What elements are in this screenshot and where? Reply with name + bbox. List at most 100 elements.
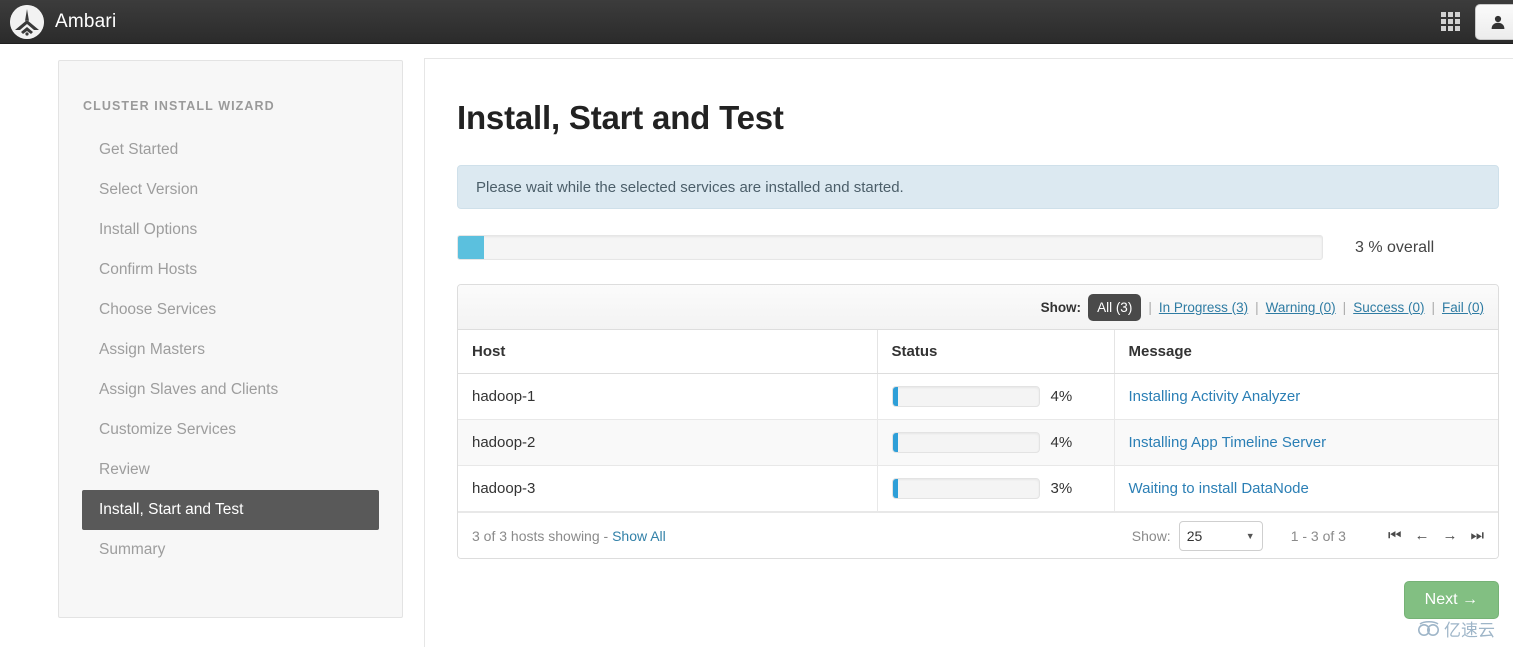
- cell-status: 4%: [877, 374, 1114, 420]
- hosts-showing-info: 3 of 3 hosts showing - Show All: [472, 528, 666, 544]
- filter-warning[interactable]: Warning (0): [1266, 300, 1336, 315]
- page-prev-icon[interactable]: ←: [1414, 528, 1429, 543]
- cell-host: hadoop-2: [458, 420, 877, 466]
- info-alert: Please wait while the selected services …: [457, 165, 1499, 209]
- ambari-logo-icon: [10, 5, 44, 39]
- wizard-step-list: Get Started Select Version Install Optio…: [59, 130, 402, 570]
- cell-message: Installing Activity Analyzer: [1114, 374, 1498, 420]
- pager: ⏮ ← → ⏭: [1388, 528, 1484, 543]
- sidebar-item-select-version[interactable]: Select Version: [59, 170, 402, 210]
- host-progress-bar: [892, 478, 1040, 499]
- hosts-showing-text: 3 of 3 hosts showing -: [472, 528, 608, 544]
- host-progress-fill: [893, 433, 899, 452]
- grid-cell: [1441, 19, 1446, 24]
- host-progress-fill: [893, 387, 899, 406]
- hosts-table-block: Show: All (3) | In Progress (3) | Warnin…: [457, 284, 1499, 559]
- brand[interactable]: Ambari: [0, 5, 116, 39]
- page-first-icon[interactable]: ⏮: [1388, 528, 1402, 543]
- watermark: 亿速云: [1417, 616, 1495, 641]
- sidebar-item-assign-slaves-and-clients[interactable]: Assign Slaves and Clients: [59, 370, 402, 410]
- grid-apps-icon[interactable]: [1431, 0, 1469, 44]
- page-next-icon[interactable]: →: [1442, 528, 1457, 543]
- sidebar-item-install-start-and-test[interactable]: Install, Start and Test: [82, 490, 379, 530]
- message-link[interactable]: Installing App Timeline Server: [1129, 434, 1327, 451]
- host-progress-fill: [893, 479, 898, 498]
- chevron-down-icon: ▼: [1246, 531, 1255, 541]
- sidebar-item-confirm-hosts[interactable]: Confirm Hosts: [59, 250, 402, 290]
- page-range-label: 1 - 3 of 3: [1291, 528, 1346, 544]
- grid-cell: [1441, 12, 1446, 17]
- cell-host: hadoop-3: [458, 466, 877, 512]
- table-row: hadoop-2 4% Installing App Timeline Serv…: [458, 420, 1498, 466]
- sidebar-item-customize-services[interactable]: Customize Services: [59, 410, 402, 450]
- filter-separator: |: [1343, 300, 1347, 315]
- filter-separator: |: [1255, 300, 1259, 315]
- filter-all[interactable]: All (3): [1088, 294, 1141, 321]
- sidebar-item-choose-services[interactable]: Choose Services: [59, 290, 402, 330]
- column-header-message[interactable]: Message: [1114, 330, 1498, 374]
- cloud-logo-icon: [1417, 620, 1441, 638]
- page-last-icon[interactable]: ⏭: [1470, 528, 1484, 543]
- overall-progress-bar: [457, 235, 1323, 260]
- top-navigation-right: [1431, 0, 1513, 44]
- sidebar-item-install-options[interactable]: Install Options: [59, 210, 402, 250]
- message-link[interactable]: Waiting to install DataNode: [1129, 480, 1309, 497]
- table-row: hadoop-3 3% Waiting to install DataNode: [458, 466, 1498, 512]
- wizard-sidebar: CLUSTER INSTALL WIZARD Get Started Selec…: [58, 60, 403, 618]
- top-navigation-bar: Ambari: [0, 0, 1513, 44]
- filter-separator: |: [1148, 300, 1152, 315]
- next-button[interactable]: Next →: [1404, 581, 1499, 619]
- brand-title: Ambari: [55, 11, 116, 33]
- sidebar-item-review[interactable]: Review: [59, 450, 402, 490]
- grid-cell: [1455, 19, 1460, 24]
- sidebar-item-get-started[interactable]: Get Started: [59, 130, 402, 170]
- filter-success[interactable]: Success (0): [1353, 300, 1424, 315]
- column-header-host[interactable]: Host: [458, 330, 877, 374]
- cell-message: Waiting to install DataNode: [1114, 466, 1498, 512]
- filter-fail[interactable]: Fail (0): [1442, 300, 1484, 315]
- column-header-status[interactable]: Status: [877, 330, 1114, 374]
- pagination-controls: Show: 25 ▼ 1 - 3 of 3 ⏮ ← → ⏭: [1132, 521, 1484, 551]
- cell-host: hadoop-1: [458, 374, 877, 420]
- overall-progress-row: 3 % overall: [457, 235, 1499, 260]
- show-all-link[interactable]: Show All: [612, 528, 666, 544]
- hosts-table-head: Host Status Message: [458, 330, 1498, 374]
- page-size-value: 25: [1187, 528, 1203, 544]
- table-footer: 3 of 3 hosts showing - Show All Show: 25…: [458, 512, 1498, 558]
- sidebar-title: CLUSTER INSTALL WIZARD: [59, 61, 402, 113]
- overall-progress-label: 3 % overall: [1355, 239, 1434, 257]
- host-progress-label: 4%: [1051, 434, 1073, 451]
- host-progress-label: 4%: [1051, 388, 1073, 405]
- message-link[interactable]: Installing Activity Analyzer: [1129, 388, 1301, 405]
- cell-status: 4%: [877, 420, 1114, 466]
- host-progress-label: 3%: [1051, 480, 1073, 497]
- table-row: hadoop-1 4% Installing Activity Analyzer: [458, 374, 1498, 420]
- page-size-label: Show:: [1132, 528, 1171, 544]
- watermark-text: 亿速云: [1444, 616, 1495, 641]
- grid-cell: [1455, 26, 1460, 31]
- hosts-table-body: hadoop-1 4% Installing Activity Analyzer: [458, 374, 1498, 512]
- grid-cell: [1441, 26, 1446, 31]
- filter-label: Show:: [1041, 300, 1082, 315]
- page-title: Install, Start and Test: [457, 99, 1513, 137]
- grid-cell: [1448, 26, 1453, 31]
- grid-cell: [1455, 12, 1460, 17]
- filter-in-progress[interactable]: In Progress (3): [1159, 300, 1248, 315]
- overall-progress-fill: [458, 236, 484, 259]
- sidebar-item-summary[interactable]: Summary: [59, 530, 402, 570]
- info-alert-text: Please wait while the selected services …: [476, 179, 904, 196]
- hosts-table: Host Status Message hadoop-1 4%: [458, 330, 1498, 512]
- host-progress-bar: [892, 432, 1040, 453]
- page-size-select[interactable]: 25 ▼: [1179, 521, 1263, 551]
- user-account-button[interactable]: [1475, 4, 1513, 40]
- host-progress-bar: [892, 386, 1040, 407]
- main-content-panel: Install, Start and Test Please wait whil…: [424, 58, 1513, 647]
- filter-separator: |: [1431, 300, 1435, 315]
- cell-message: Installing App Timeline Server: [1114, 420, 1498, 466]
- grid-cell: [1448, 12, 1453, 17]
- cell-status: 3%: [877, 466, 1114, 512]
- hosts-table-header-row: Host Status Message: [458, 330, 1498, 374]
- status-filter-bar: Show: All (3) | In Progress (3) | Warnin…: [458, 285, 1498, 330]
- sidebar-item-assign-masters[interactable]: Assign Masters: [59, 330, 402, 370]
- wizard-actions: Next →: [457, 581, 1499, 619]
